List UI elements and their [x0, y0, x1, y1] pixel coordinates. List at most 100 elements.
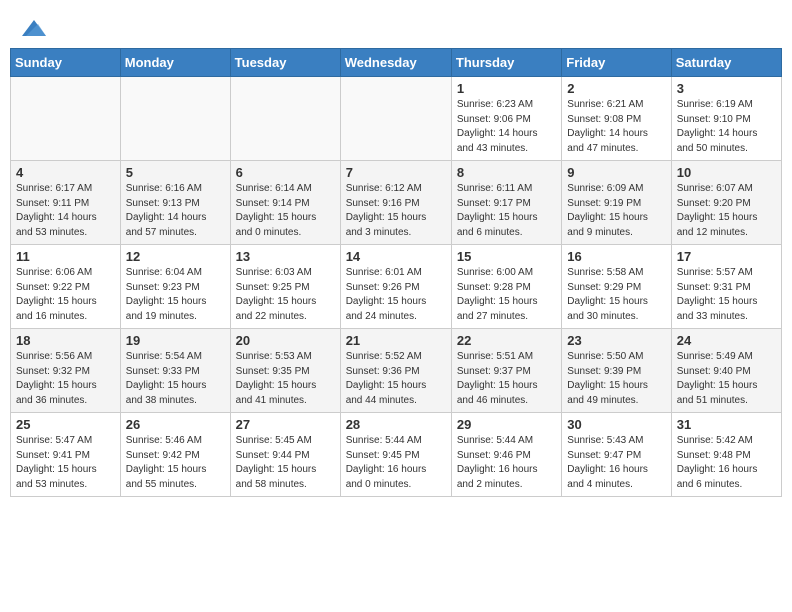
day-number: 17 — [677, 249, 776, 264]
day-number: 8 — [457, 165, 556, 180]
day-info: Sunrise: 5:43 AM Sunset: 9:47 PM Dayligh… — [567, 434, 665, 492]
day-number: 10 — [677, 165, 776, 180]
day-info: Sunrise: 5:50 AM Sunset: 9:39 PM Dayligh… — [567, 350, 665, 408]
calendar-cell — [340, 77, 451, 161]
day-info: Sunrise: 6:12 AM Sunset: 9:16 PM Dayligh… — [346, 182, 446, 240]
calendar-cell: 21Sunrise: 5:52 AM Sunset: 9:36 PM Dayli… — [340, 329, 451, 413]
calendar-cell: 13 Sunrise: 6:03 AM Sunset: 9:25 PM Dayli… — [230, 245, 340, 329]
day-info: Sunrise: 6:17 AM Sunset: 9:11 PM Dayligh… — [16, 182, 115, 240]
day-info: Sunrise: 5:57 AM Sunset: 9:31 PM Dayligh… — [677, 266, 776, 324]
calendar-cell: 19 Sunrise: 5:54 AM Sunset: 9:33 PM Dayli… — [120, 329, 230, 413]
day-info: Sunrise: 6:09 AM Sunset: 9:19 PM Dayligh… — [567, 182, 665, 240]
day-info: Sunrise: 5:56 AM Sunset: 9:32 PM Dayligh… — [16, 350, 115, 408]
day-number: 27 — [236, 417, 335, 432]
day-number: 19 — [126, 333, 225, 348]
day-number: 16 — [567, 249, 665, 264]
calendar-cell: 25 Sunrise: 5:47 AM Sunset: 9:41 PM Dayli… — [11, 413, 121, 497]
calendar-cell: 29 Sunrise: 5:44 AM Sunset: 9:46 PM Dayli… — [451, 413, 561, 497]
day-number: 14 — [346, 249, 446, 264]
calendar-cell: 12 Sunrise: 6:04 AM Sunset: 9:23 PM Dayli… — [120, 245, 230, 329]
day-of-week-header: Sunday — [11, 49, 121, 77]
day-info: Sunrise: 6:11 AM Sunset: 9:17 PM Dayligh… — [457, 182, 556, 240]
calendar-cell: 9Sunrise: 6:09 AM Sunset: 9:19 PM Daylig… — [562, 161, 671, 245]
calendar-cell: 31 Sunrise: 5:42 AM Sunset: 9:48 PM Dayli… — [671, 413, 781, 497]
calendar-cell: 26 Sunrise: 5:46 AM Sunset: 9:42 PM Dayli… — [120, 413, 230, 497]
calendar-cell: 30 Sunrise: 5:43 AM Sunset: 9:47 PM Dayli… — [562, 413, 671, 497]
calendar-cell: 24 Sunrise: 5:49 AM Sunset: 9:40 PM Dayli… — [671, 329, 781, 413]
day-number: 22 — [457, 333, 556, 348]
calendar-cell: 2 Sunrise: 6:21 AM Sunset: 9:08 PM Daylig… — [562, 77, 671, 161]
day-number: 4 — [16, 165, 115, 180]
calendar-cell: 7 Sunrise: 6:12 AM Sunset: 9:16 PM Daylig… — [340, 161, 451, 245]
day-number: 15 — [457, 249, 556, 264]
calendar-header-row: SundayMondayTuesdayWednesdayThursdayFrid… — [11, 49, 782, 77]
calendar-cell: 14 Sunrise: 6:01 AM Sunset: 9:26 PM Dayli… — [340, 245, 451, 329]
calendar-week-row: 25 Sunrise: 5:47 AM Sunset: 9:41 PM Dayli… — [11, 413, 782, 497]
day-of-week-header: Saturday — [671, 49, 781, 77]
day-info: Sunrise: 6:04 AM Sunset: 9:23 PM Dayligh… — [126, 266, 225, 324]
calendar-week-row: 1 Sunrise: 6:23 AM Sunset: 9:06 PM Daylig… — [11, 77, 782, 161]
calendar-cell — [230, 77, 340, 161]
day-info: Sunrise: 5:58 AM Sunset: 9:29 PM Dayligh… — [567, 266, 665, 324]
logo — [20, 18, 46, 42]
day-of-week-header: Friday — [562, 49, 671, 77]
day-info: Sunrise: 6:23 AM Sunset: 9:06 PM Dayligh… — [457, 98, 556, 156]
calendar-cell — [120, 77, 230, 161]
calendar-cell: 1 Sunrise: 6:23 AM Sunset: 9:06 PM Daylig… — [451, 77, 561, 161]
day-info: Sunrise: 5:42 AM Sunset: 9:48 PM Dayligh… — [677, 434, 776, 492]
day-info: Sunrise: 5:47 AM Sunset: 9:41 PM Dayligh… — [16, 434, 115, 492]
day-number: 5 — [126, 165, 225, 180]
day-info: Sunrise: 5:51 AM Sunset: 9:37 PM Dayligh… — [457, 350, 556, 408]
day-info: Sunrise: 5:46 AM Sunset: 9:42 PM Dayligh… — [126, 434, 225, 492]
day-number: 31 — [677, 417, 776, 432]
calendar-cell: 17 Sunrise: 5:57 AM Sunset: 9:31 PM Dayli… — [671, 245, 781, 329]
day-of-week-header: Tuesday — [230, 49, 340, 77]
day-info: Sunrise: 6:07 AM Sunset: 9:20 PM Dayligh… — [677, 182, 776, 240]
calendar-week-row: 4 Sunrise: 6:17 AM Sunset: 9:11 PM Daylig… — [11, 161, 782, 245]
day-number: 11 — [16, 249, 115, 264]
day-of-week-header: Monday — [120, 49, 230, 77]
calendar-cell: 3 Sunrise: 6:19 AM Sunset: 9:10 PM Daylig… — [671, 77, 781, 161]
day-of-week-header: Wednesday — [340, 49, 451, 77]
day-info: Sunrise: 6:03 AM Sunset: 9:25 PM Dayligh… — [236, 266, 335, 324]
calendar-cell — [11, 77, 121, 161]
day-number: 7 — [346, 165, 446, 180]
day-number: 26 — [126, 417, 225, 432]
day-number: 6 — [236, 165, 335, 180]
day-number: 29 — [457, 417, 556, 432]
calendar-header — [10, 10, 782, 48]
day-number: 12 — [126, 249, 225, 264]
calendar-cell: 11Sunrise: 6:06 AM Sunset: 9:22 PM Dayli… — [11, 245, 121, 329]
day-info: Sunrise: 5:44 AM Sunset: 9:46 PM Dayligh… — [457, 434, 556, 492]
day-number: 25 — [16, 417, 115, 432]
calendar-cell: 22 Sunrise: 5:51 AM Sunset: 9:37 PM Dayli… — [451, 329, 561, 413]
calendar-cell: 23 Sunrise: 5:50 AM Sunset: 9:39 PM Dayli… — [562, 329, 671, 413]
day-info: Sunrise: 6:14 AM Sunset: 9:14 PM Dayligh… — [236, 182, 335, 240]
day-number: 13 — [236, 249, 335, 264]
calendar-cell: 16 Sunrise: 5:58 AM Sunset: 9:29 PM Dayli… — [562, 245, 671, 329]
day-number: 24 — [677, 333, 776, 348]
day-number: 18 — [16, 333, 115, 348]
day-number: 21 — [346, 333, 446, 348]
calendar-cell: 4 Sunrise: 6:17 AM Sunset: 9:11 PM Daylig… — [11, 161, 121, 245]
calendar-cell: 27 Sunrise: 5:45 AM Sunset: 9:44 PM Dayli… — [230, 413, 340, 497]
calendar-cell: 6 Sunrise: 6:14 AM Sunset: 9:14 PM Daylig… — [230, 161, 340, 245]
day-info: Sunrise: 5:49 AM Sunset: 9:40 PM Dayligh… — [677, 350, 776, 408]
calendar-table: SundayMondayTuesdayWednesdayThursdayFrid… — [10, 48, 782, 497]
calendar-week-row: 11Sunrise: 6:06 AM Sunset: 9:22 PM Dayli… — [11, 245, 782, 329]
day-info: Sunrise: 6:01 AM Sunset: 9:26 PM Dayligh… — [346, 266, 446, 324]
day-number: 2 — [567, 81, 665, 96]
day-info: Sunrise: 5:54 AM Sunset: 9:33 PM Dayligh… — [126, 350, 225, 408]
day-number: 23 — [567, 333, 665, 348]
day-number: 3 — [677, 81, 776, 96]
day-info: Sunrise: 5:45 AM Sunset: 9:44 PM Dayligh… — [236, 434, 335, 492]
calendar-cell: 8 Sunrise: 6:11 AM Sunset: 9:17 PM Daylig… — [451, 161, 561, 245]
day-number: 1 — [457, 81, 556, 96]
day-info: Sunrise: 6:21 AM Sunset: 9:08 PM Dayligh… — [567, 98, 665, 156]
day-number: 30 — [567, 417, 665, 432]
calendar-cell: 10 Sunrise: 6:07 AM Sunset: 9:20 PM Dayli… — [671, 161, 781, 245]
day-number: 20 — [236, 333, 335, 348]
day-info: Sunrise: 6:19 AM Sunset: 9:10 PM Dayligh… — [677, 98, 776, 156]
day-info: Sunrise: 5:53 AM Sunset: 9:35 PM Dayligh… — [236, 350, 335, 408]
logo-icon — [22, 18, 46, 42]
